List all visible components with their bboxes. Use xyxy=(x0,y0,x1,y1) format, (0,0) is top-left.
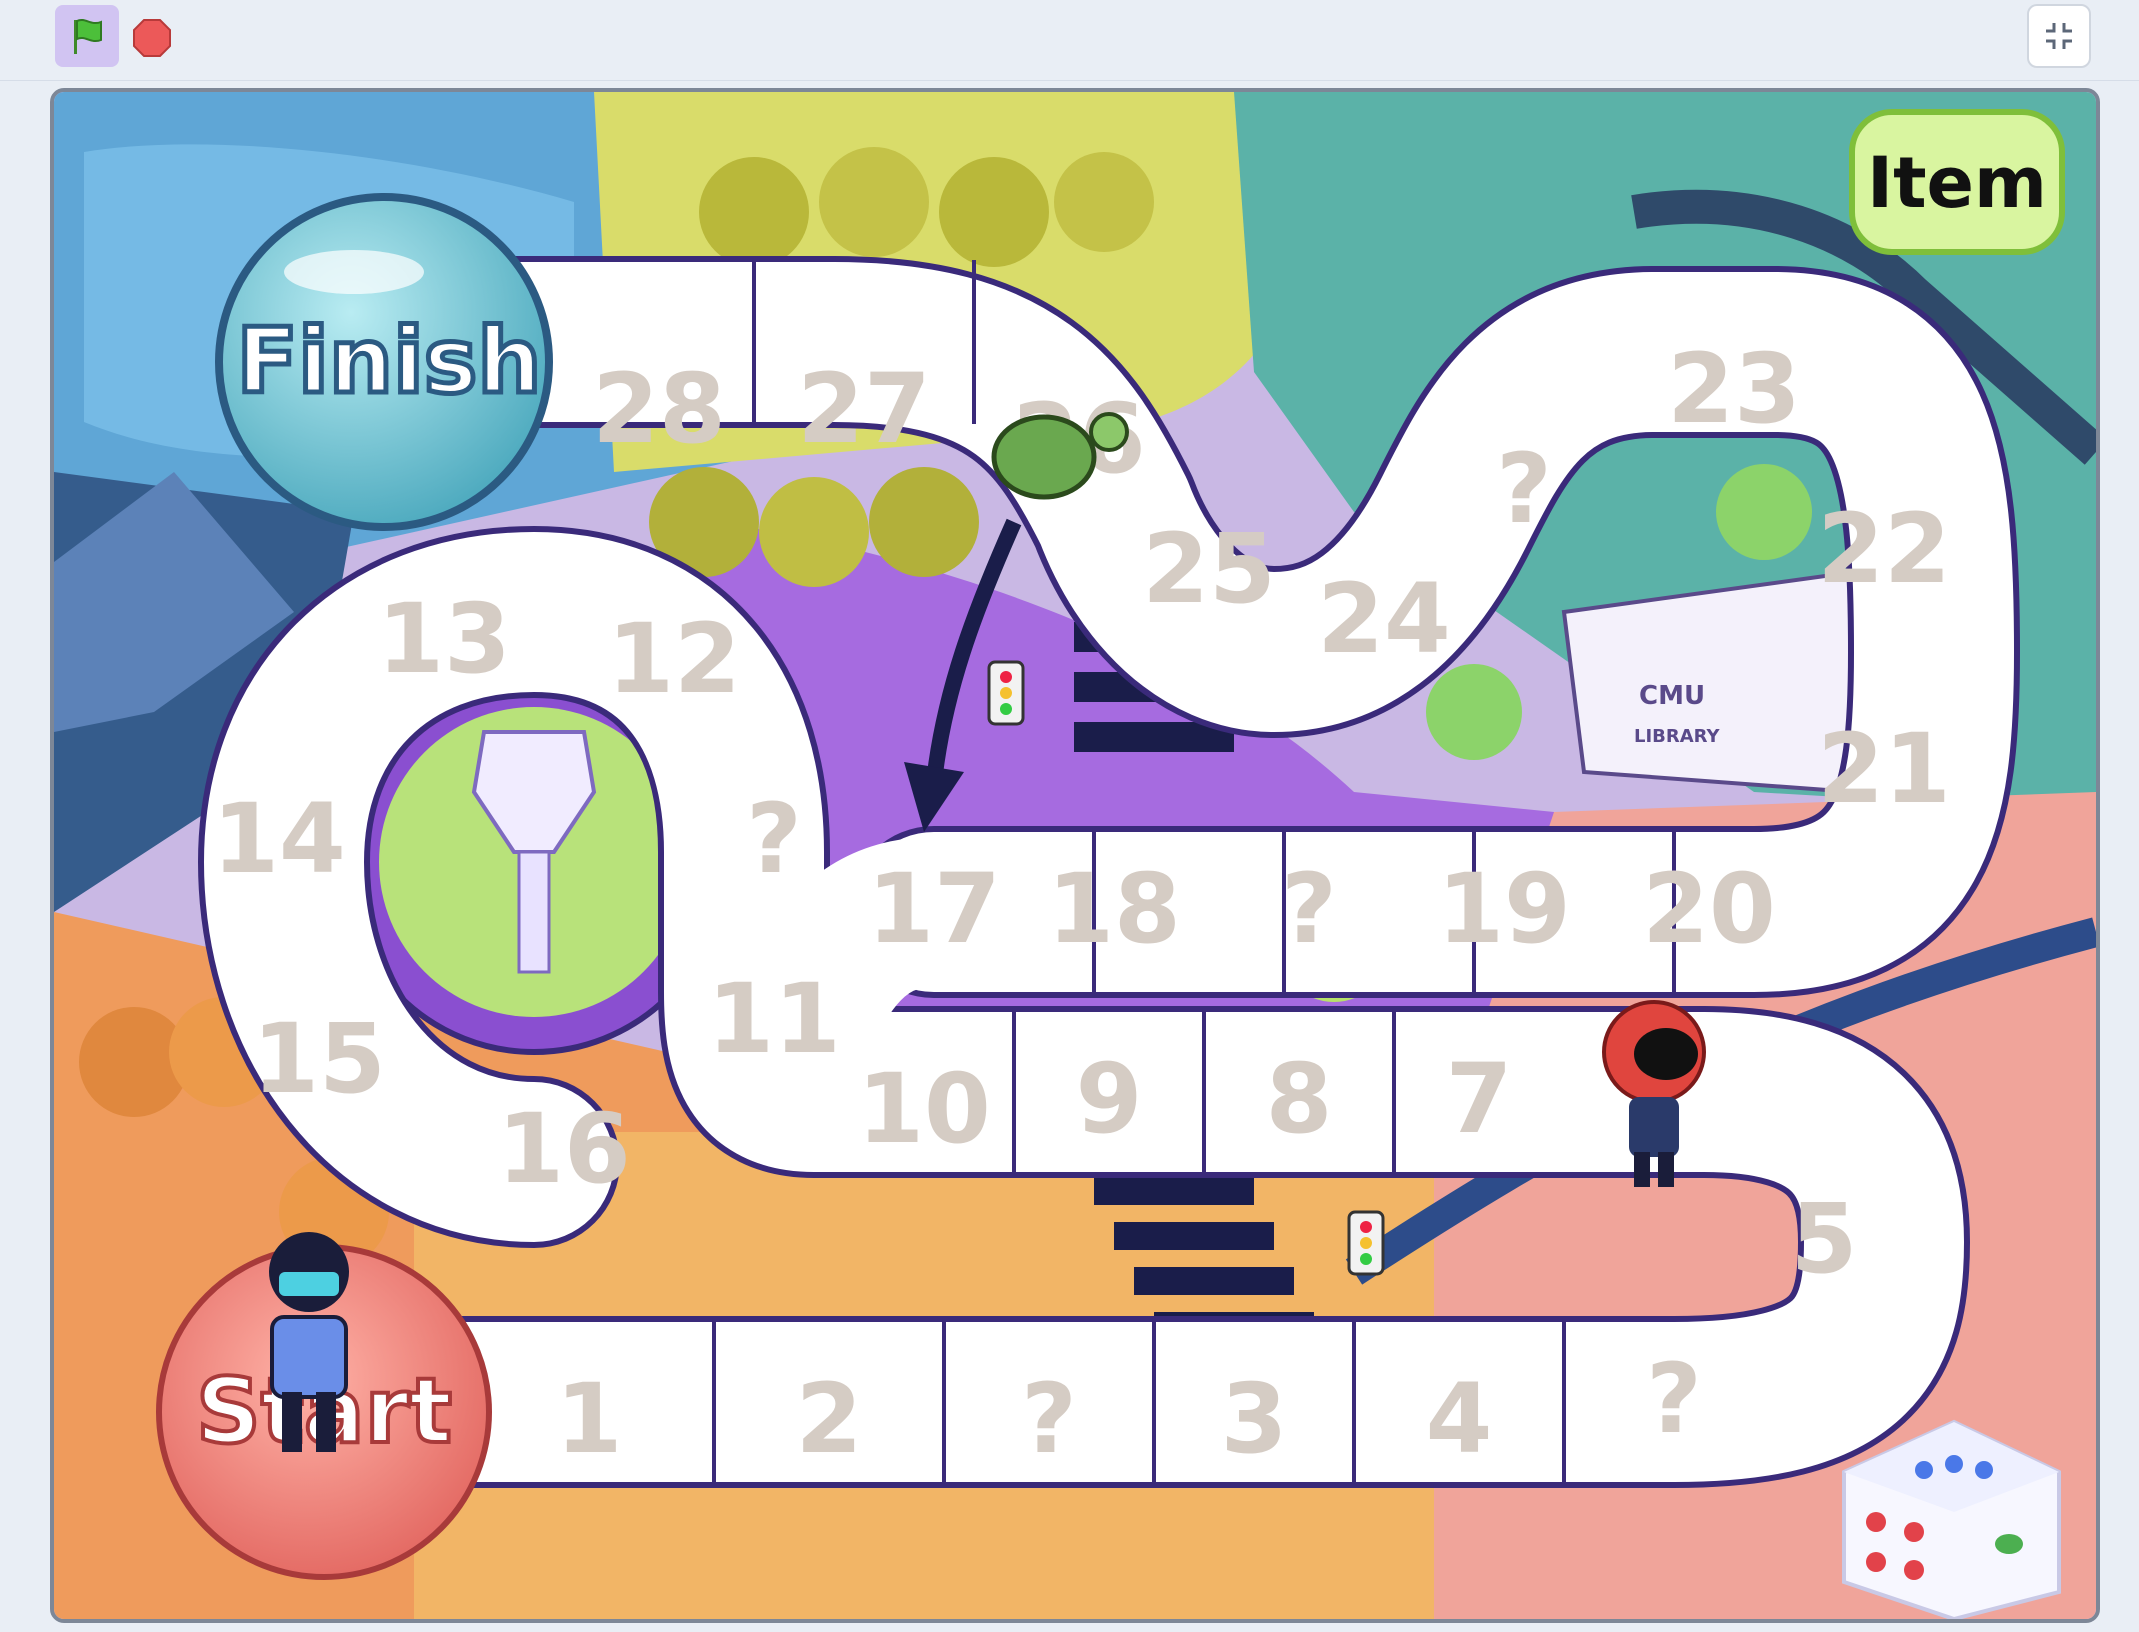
square-label: 20 xyxy=(1642,853,1776,965)
square-label: 15 xyxy=(252,1003,386,1115)
game-stage[interactable]: CMU LIBRARY 1 2 ? 3 4 ? 5 7 8 9 10 11 ? … xyxy=(50,88,2100,1623)
square-label: ? xyxy=(1496,433,1552,545)
square-label: ? xyxy=(1021,1363,1077,1475)
square-label: 23 xyxy=(1667,333,1801,445)
item-button-label: Item xyxy=(1867,142,2047,224)
square-label: 21 xyxy=(1817,713,1951,825)
square-label: 5 xyxy=(1791,1183,1858,1295)
square-label: 28 xyxy=(592,353,726,465)
square-label: 16 xyxy=(497,1093,631,1205)
square-label: 10 xyxy=(857,1053,991,1165)
square-label: 11 xyxy=(707,963,841,1075)
square-label: 9 xyxy=(1076,1043,1143,1155)
square-label: ? xyxy=(746,783,802,895)
finish-goal: Finish xyxy=(215,193,553,531)
square-label: 12 xyxy=(607,603,741,715)
square-label: 24 xyxy=(1317,563,1451,675)
square-label: 17 xyxy=(867,853,1001,965)
item-button[interactable]: Item xyxy=(1849,109,2065,255)
green-flag-icon xyxy=(74,19,102,54)
library-sign: CMU xyxy=(1639,681,1705,711)
square-label: 4 xyxy=(1426,1363,1493,1475)
fullscreen-toggle-button[interactable] xyxy=(2027,4,2091,68)
board-canvas: CMU LIBRARY 1 2 ? 3 4 ? 5 7 8 9 10 11 ? … xyxy=(54,92,2096,1619)
square-label: 19 xyxy=(1437,853,1571,965)
square-label: 25 xyxy=(1142,513,1276,625)
square-label: 14 xyxy=(212,783,346,895)
square-label: ? xyxy=(1281,853,1337,965)
square-label: 18 xyxy=(1047,853,1181,965)
square-label: 2 xyxy=(796,1363,863,1475)
stop-button[interactable] xyxy=(130,16,174,60)
square-label: 7 xyxy=(1446,1043,1513,1155)
square-label: 8 xyxy=(1266,1043,1333,1155)
exit-fullscreen-icon xyxy=(2046,23,2072,49)
traffic-light-icon xyxy=(987,660,1025,726)
square-label: 13 xyxy=(377,583,511,695)
finish-label: Finish xyxy=(237,309,542,414)
square-label: 22 xyxy=(1817,493,1951,605)
stage-toolbar xyxy=(0,0,2139,81)
square-label: 1 xyxy=(556,1363,623,1475)
traffic-light-icon xyxy=(1347,1210,1385,1276)
square-label: 3 xyxy=(1221,1363,1288,1475)
square-label: 27 xyxy=(797,353,931,465)
green-flag-button[interactable] xyxy=(55,5,119,67)
library-subsign: LIBRARY xyxy=(1634,726,1721,747)
square-label: ? xyxy=(1646,1343,1702,1455)
stop-sign-icon xyxy=(133,19,171,57)
